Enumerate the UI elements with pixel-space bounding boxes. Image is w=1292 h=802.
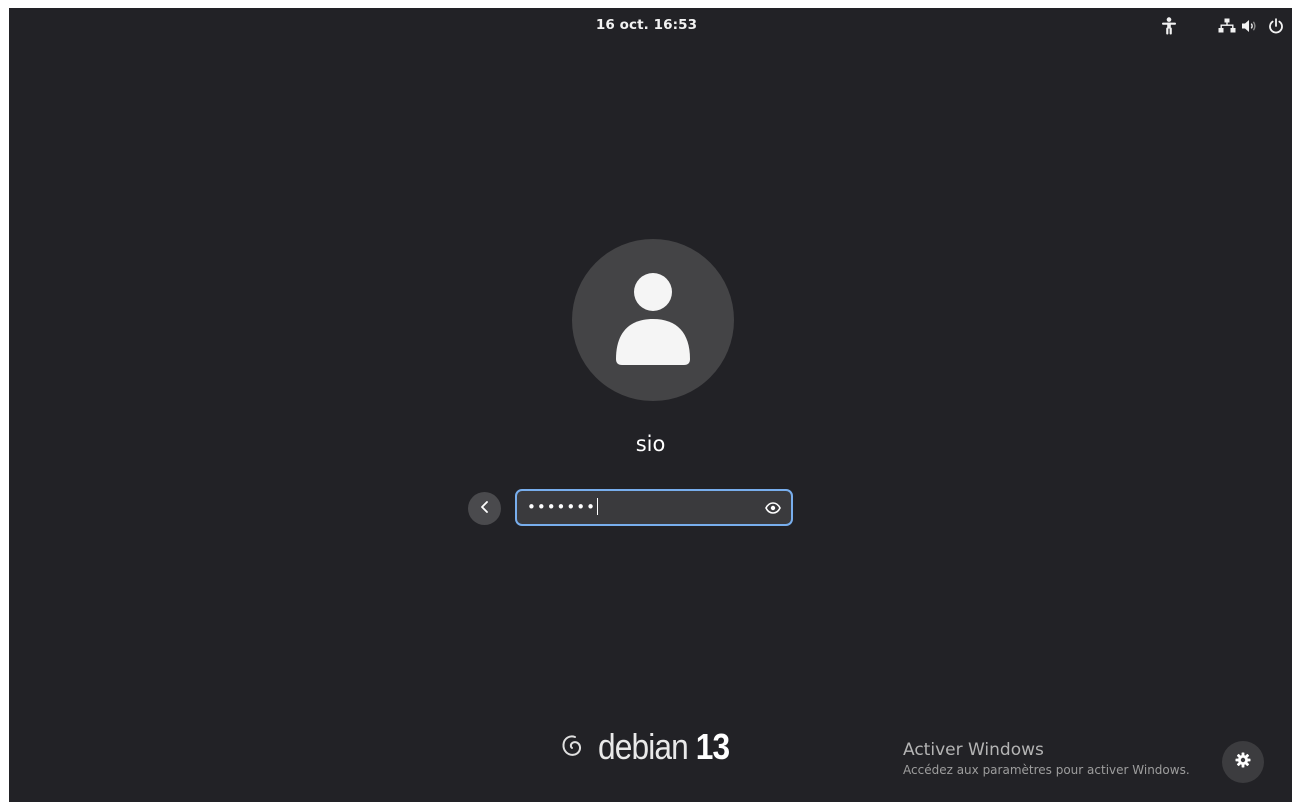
date-time-clock[interactable]: 16 oct. 16:53 xyxy=(9,17,1292,33)
text-cursor xyxy=(596,498,598,515)
login-screen: 16 oct. 16:53 sio ••••••• debian 13 Acti… xyxy=(9,8,1292,802)
reveal-password-button[interactable] xyxy=(763,498,783,518)
activation-subtitle: Accédez aux paramètres pour activer Wind… xyxy=(903,763,1190,777)
brand-name: debian xyxy=(598,726,689,767)
user-icon xyxy=(613,271,693,369)
password-field[interactable]: ••••••• xyxy=(515,489,793,526)
debian-swirl-icon xyxy=(558,730,586,764)
eye-icon xyxy=(765,499,781,518)
gear-icon xyxy=(1235,752,1251,772)
username-label: sio xyxy=(635,432,666,456)
top-bar: 16 oct. 16:53 xyxy=(9,8,1292,44)
accessibility-icon[interactable] xyxy=(1159,16,1179,36)
windows-activation-watermark: Activer Windows Accédez aux paramètres p… xyxy=(903,739,1190,779)
session-settings-button[interactable] xyxy=(1222,741,1264,783)
chevron-left-icon xyxy=(479,499,491,518)
brand-wordmark: debian 13 xyxy=(598,726,730,768)
power-icon[interactable] xyxy=(1266,16,1286,36)
activation-title: Activer Windows xyxy=(903,740,1044,760)
password-masked-text: ••••••• xyxy=(527,498,596,516)
password-value-wrapper: ••••••• xyxy=(527,497,598,517)
os-branding: debian 13 xyxy=(558,725,747,769)
brand-version: 13 xyxy=(695,726,730,767)
volume-icon[interactable] xyxy=(1239,16,1259,36)
network-wired-icon[interactable] xyxy=(1217,16,1237,36)
back-button[interactable] xyxy=(468,492,501,525)
user-avatar xyxy=(572,239,734,401)
